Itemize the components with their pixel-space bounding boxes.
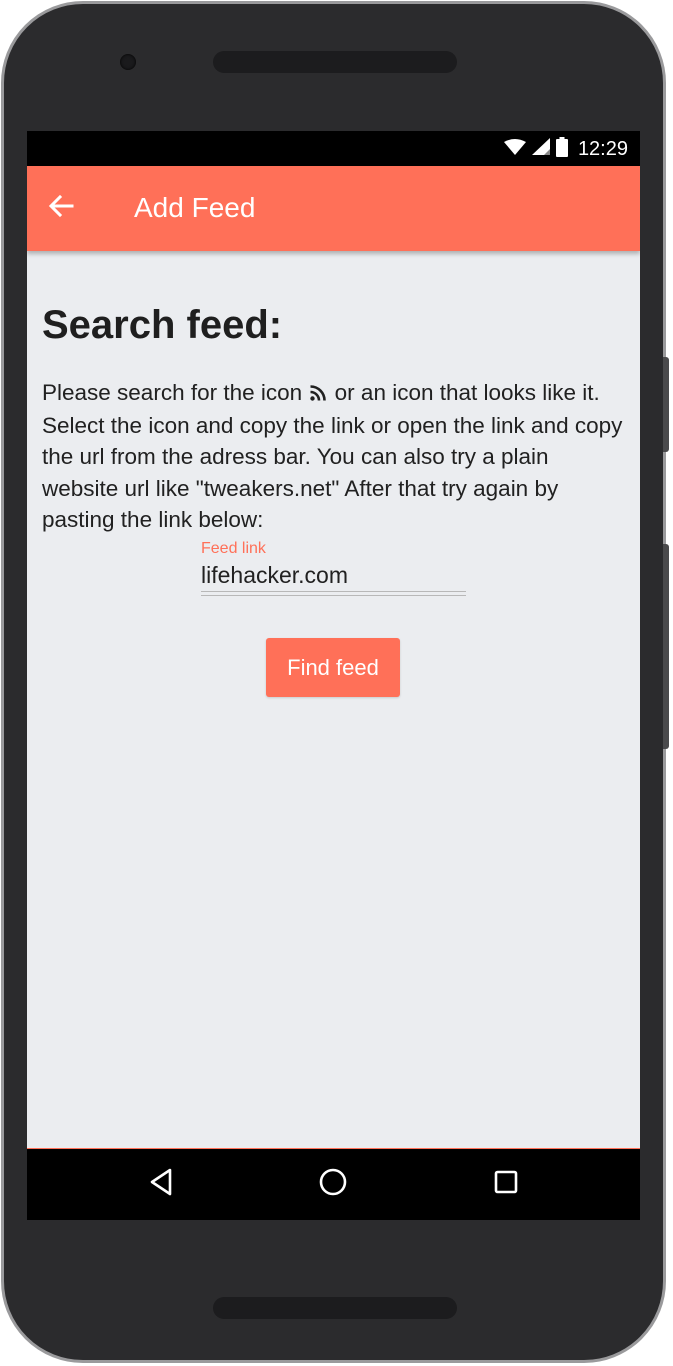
wifi-icon <box>503 138 526 160</box>
earpiece-speaker <box>213 51 457 73</box>
cell-signal-icon <box>531 138 550 160</box>
back-button[interactable] <box>41 188 81 228</box>
nav-back-button[interactable] <box>143 1166 179 1202</box>
instructions-text: Please search for the icon or an icon th… <box>42 377 627 536</box>
screen: 12:29 Add Feed Search feed: Please searc… <box>27 131 640 1220</box>
front-camera <box>120 54 136 70</box>
instructions-part-1: Please search for the icon <box>42 380 303 405</box>
main-content: Search feed: Please search for the icon … <box>42 301 627 536</box>
power-button <box>663 357 669 452</box>
status-time: 12:29 <box>577 137 628 160</box>
nav-recents-button[interactable] <box>488 1166 524 1202</box>
triangle-back-icon <box>148 1168 174 1201</box>
feed-link-input[interactable] <box>201 561 466 589</box>
rss-icon <box>310 378 327 410</box>
navigation-bar <box>27 1148 640 1220</box>
status-icons: 12:29 <box>503 136 628 162</box>
find-feed-button[interactable]: Find feed <box>266 638 400 697</box>
app-bar: Add Feed <box>27 166 640 251</box>
square-recents-icon <box>493 1169 519 1200</box>
arrow-back-icon <box>48 194 74 223</box>
status-bar: 12:29 <box>27 131 640 166</box>
battery-icon <box>555 136 568 162</box>
page-title: Add Feed <box>134 192 256 223</box>
volume-button <box>663 544 669 749</box>
bottom-speaker <box>213 1297 457 1319</box>
feed-link-label: Feed link <box>201 540 266 557</box>
circle-home-icon <box>318 1167 348 1202</box>
nav-home-button[interactable] <box>315 1166 351 1202</box>
search-feed-heading: Search feed: <box>42 303 283 347</box>
feed-link-field: Feed link <box>201 539 466 596</box>
feed-link-underline <box>201 591 466 596</box>
